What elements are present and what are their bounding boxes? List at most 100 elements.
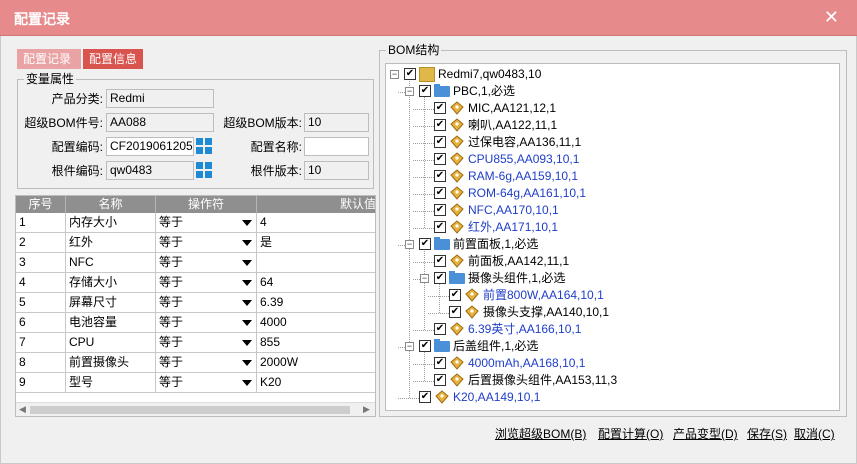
bom-tree-node[interactable]: − ✔ Redmi7,qw0483,10 — [390, 66, 826, 83]
tree-checkbox[interactable]: ✔ — [404, 68, 416, 80]
default-value-input[interactable]: 4 — [257, 213, 375, 233]
bom-tree-node[interactable]: ✔ RAM-6g,AA159,10,1 — [420, 168, 826, 185]
tree-checkbox[interactable]: ✔ — [434, 170, 446, 182]
table-row[interactable]: 9 型号 等于 K20 — [16, 373, 375, 393]
bom-tree-node[interactable]: ✔ CPU855,AA093,10,1 — [420, 151, 826, 168]
default-value-input[interactable]: 是 — [257, 233, 375, 253]
chevron-down-icon[interactable] — [242, 300, 252, 306]
bom-tree-node[interactable]: ✔ 喇叭,AA122,11,1 — [420, 117, 826, 134]
operator-select[interactable]: 等于 — [156, 313, 257, 333]
tree-checkbox[interactable]: ✔ — [449, 289, 461, 301]
scroll-right-icon[interactable]: ▶ — [363, 404, 370, 415]
config-calc-button[interactable]: 配置计算(O) — [598, 427, 663, 441]
operator-select[interactable]: 等于 — [156, 293, 257, 313]
tree-checkbox[interactable]: ✔ — [434, 323, 446, 335]
table-row[interactable]: 2 红外 等于 是 — [16, 233, 375, 253]
default-value-input[interactable]: K20 — [257, 373, 375, 393]
grid-horizontal-scrollbar[interactable]: ◀ ▶ — [16, 402, 375, 416]
table-row[interactable]: 1 内存大小 等于 4 — [16, 213, 375, 233]
super-bom-no-field[interactable]: AA088 — [106, 113, 214, 132]
operator-select[interactable]: 等于 — [156, 273, 257, 293]
operator-select[interactable]: 等于 — [156, 373, 257, 393]
table-row[interactable]: 8 前置摄像头 等于 2000W — [16, 353, 375, 373]
grid-header-operator[interactable]: 操作符 — [156, 196, 257, 213]
chevron-down-icon[interactable] — [242, 280, 252, 286]
table-row[interactable]: 7 CPU 等于 855 — [16, 333, 375, 353]
default-value-input[interactable] — [257, 253, 375, 273]
tree-checkbox[interactable]: ✔ — [419, 85, 431, 97]
chevron-down-icon[interactable] — [242, 360, 252, 366]
table-row[interactable]: 4 存储大小 等于 64 — [16, 273, 375, 293]
tab-config-record[interactable]: 配置记录 — [17, 49, 81, 69]
browse-super-bom-button[interactable]: 浏览超级BOM(B) — [495, 427, 586, 441]
tree-checkbox[interactable]: ✔ — [434, 272, 446, 284]
bom-tree-node[interactable]: ✔ 前面板,AA142,11,1 — [420, 253, 826, 270]
tree-expand-icon[interactable]: − — [405, 87, 414, 96]
tree-checkbox[interactable]: ✔ — [434, 255, 446, 267]
bom-tree-node[interactable]: ✔ 红外,AA171,10,1 — [420, 219, 826, 236]
table-row[interactable]: 3 NFC 等于 — [16, 253, 375, 273]
scrollbar-thumb[interactable] — [30, 406, 350, 414]
product-category-field[interactable]: Redmi — [106, 89, 214, 108]
grid-header-no[interactable]: 序号 — [16, 196, 66, 213]
tree-checkbox[interactable]: ✔ — [434, 136, 446, 148]
bom-tree-node[interactable]: ✔ 6.39英寸,AA166,10,1 — [420, 321, 826, 338]
operator-select[interactable]: 等于 — [156, 353, 257, 373]
scroll-left-icon[interactable]: ◀ — [19, 404, 26, 415]
config-code-qr-icon[interactable] — [196, 138, 212, 154]
tree-checkbox[interactable]: ✔ — [449, 306, 461, 318]
chevron-down-icon[interactable] — [242, 380, 252, 386]
default-value-input[interactable]: 64 — [257, 273, 375, 293]
operator-select[interactable]: 等于 — [156, 213, 257, 233]
cancel-button[interactable]: 取消(C) — [794, 427, 835, 441]
tree-expand-icon[interactable]: − — [405, 240, 414, 249]
product-variant-button[interactable]: 产品变型(D) — [673, 427, 738, 441]
default-value-input[interactable]: 2000W — [257, 353, 375, 373]
tree-expand-icon[interactable]: − — [390, 70, 399, 79]
chevron-down-icon[interactable] — [242, 340, 252, 346]
root-code-qr-icon[interactable] — [196, 162, 212, 178]
tree-checkbox[interactable]: ✔ — [434, 102, 446, 114]
operator-select[interactable]: 等于 — [156, 233, 257, 253]
root-code-field[interactable]: qw0483 — [106, 161, 194, 180]
tree-checkbox[interactable]: ✔ — [434, 357, 446, 369]
default-value-input[interactable]: 855 — [257, 333, 375, 353]
save-button[interactable]: 保存(S) — [747, 427, 787, 441]
bom-tree-node[interactable]: − ✔ 前置面板,1,必选 — [405, 236, 826, 253]
tree-checkbox[interactable]: ✔ — [434, 187, 446, 199]
bom-tree-node[interactable]: − ✔ PBC,1,必选 — [405, 83, 826, 100]
bom-tree-node[interactable]: ✔ 前置800W,AA164,10,1 — [435, 287, 826, 304]
bom-tree-node[interactable]: ✔ NFC,AA170,10,1 — [420, 202, 826, 219]
bom-tree-node[interactable]: ✔ K20,AA149,10,1 — [405, 389, 826, 406]
bom-tree-node[interactable]: ✔ 4000mAh,AA168,10,1 — [420, 355, 826, 372]
tree-checkbox[interactable]: ✔ — [434, 374, 446, 386]
grid-header-name[interactable]: 名称 — [66, 196, 156, 213]
tree-checkbox[interactable]: ✔ — [434, 153, 446, 165]
bom-tree-node[interactable]: ✔ 过保电容,AA136,11,1 — [420, 134, 826, 151]
bom-tree-node[interactable]: − ✔ 摄像头组件,1,必选 — [420, 270, 826, 287]
tree-checkbox[interactable]: ✔ — [419, 391, 431, 403]
tree-checkbox[interactable]: ✔ — [419, 340, 431, 352]
tree-expand-icon[interactable]: − — [420, 274, 429, 283]
tab-config-info[interactable]: 配置信息 — [83, 49, 143, 69]
default-value-input[interactable]: 4000 — [257, 313, 375, 333]
bom-tree-node[interactable]: ✔ MIC,AA121,12,1 — [420, 100, 826, 117]
grid-header-default[interactable]: 默认值 — [257, 196, 375, 213]
bom-tree-node[interactable]: ✔ 后置摄像头组件,AA153,11,3 — [420, 372, 826, 389]
default-value-input[interactable]: 6.39 — [257, 293, 375, 313]
bom-tree-node[interactable]: ✔ 摄像头支撑,AA140,10,1 — [435, 304, 826, 321]
root-version-field[interactable]: 10 — [304, 161, 369, 180]
operator-select[interactable]: 等于 — [156, 253, 257, 273]
config-code-field[interactable]: CF2019061205 — [106, 137, 194, 156]
super-bom-version-field[interactable]: 10 — [304, 113, 369, 132]
bom-tree-node[interactable]: − ✔ 后盖组件,1,必选 — [405, 338, 826, 355]
chevron-down-icon[interactable] — [242, 240, 252, 246]
close-icon[interactable]: ✕ — [824, 8, 839, 26]
tree-checkbox[interactable]: ✔ — [434, 204, 446, 216]
tree-checkbox[interactable]: ✔ — [434, 119, 446, 131]
tree-checkbox[interactable]: ✔ — [434, 221, 446, 233]
tree-expand-icon[interactable]: − — [405, 342, 414, 351]
tree-checkbox[interactable]: ✔ — [419, 238, 431, 250]
table-row[interactable]: 5 屏幕尺寸 等于 6.39 — [16, 293, 375, 313]
bom-tree-node[interactable]: ✔ ROM-64g,AA161,10,1 — [420, 185, 826, 202]
